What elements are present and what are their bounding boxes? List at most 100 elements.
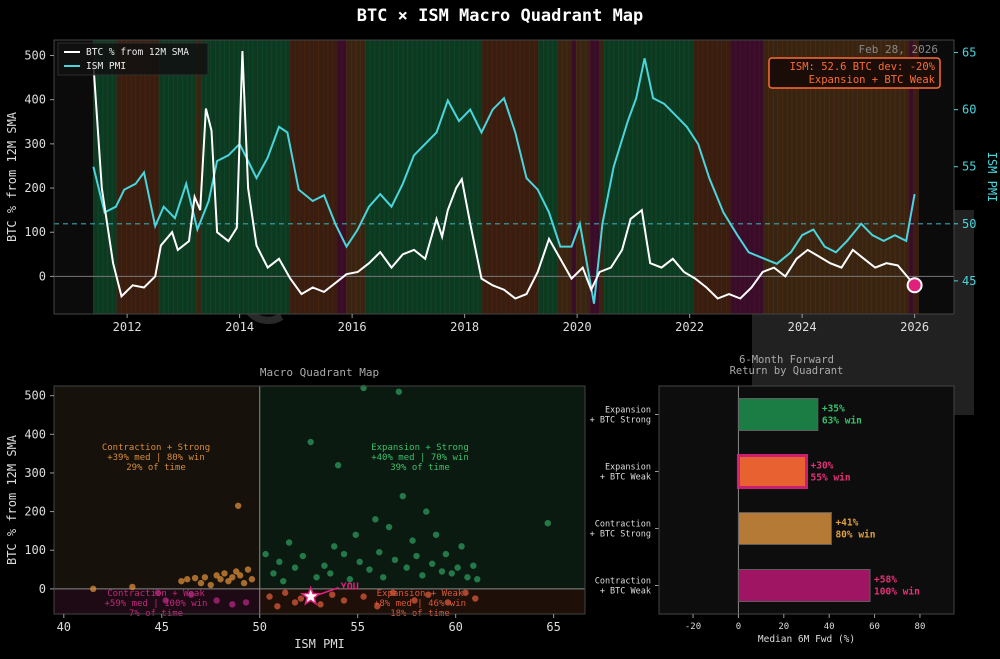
y-tick-label: 100 [24, 543, 46, 557]
scatter-point [454, 564, 461, 571]
bar [736, 454, 809, 489]
scatter-point [191, 574, 199, 582]
you-label: YOU [341, 582, 359, 593]
category-label: + BTC Strong [590, 530, 651, 540]
quadrant-label-expansion-weak: Expansion + Weak [377, 589, 464, 599]
scatter-point [395, 388, 403, 395]
x-tick-label: 2018 [450, 320, 479, 334]
scatter-point [376, 548, 383, 556]
scatter-point [428, 560, 436, 567]
scatter-point [266, 593, 273, 600]
scatter-point [474, 576, 481, 583]
legend-ism-label: ISM PMI [86, 61, 126, 72]
y-left-tick-label: 0 [39, 269, 46, 283]
scatter-point [321, 562, 328, 569]
x-tick-label: 2016 [338, 320, 367, 334]
x-tick-label: 55 [350, 620, 364, 634]
category-label: Contraction [595, 577, 651, 587]
scatter-point [274, 603, 281, 610]
category-label: + BTC Weak [600, 473, 651, 483]
x-tick-label: 60 [869, 622, 880, 632]
scatter-point [299, 552, 307, 560]
scatter-point [432, 531, 440, 538]
quadrant-label-contraction-weak: +59% med | 100% win [105, 599, 208, 609]
y-tick-label: 400 [24, 427, 46, 441]
scatter-point [280, 577, 287, 585]
timeseries-chart: 2012 2014 2016 2018 2020 2022 2024 2026 0 100 200 3… [5, 39, 999, 334]
scatter-point [307, 438, 314, 446]
scatter-point [276, 558, 283, 566]
scatter-title: Macro Quadrant Map [260, 366, 379, 379]
bar [737, 512, 832, 545]
quadrant-label-expansion-strong: Expansion + Strong [371, 443, 469, 453]
scatter-point [217, 576, 224, 583]
x-tick-label: 2014 [225, 320, 254, 334]
y-right-tick-label: 55 [962, 160, 976, 174]
date-label: Feb 28, 2026 [859, 43, 938, 56]
category-label: Expansion [605, 406, 651, 416]
scatter-point [330, 543, 338, 550]
quadrant-label-contraction-weak: Contraction + Weak [107, 589, 205, 599]
y-tick-label: 300 [24, 466, 46, 480]
bar-value-label: +30% [811, 461, 834, 472]
y-right-tick-label: 65 [962, 46, 976, 60]
x-axis-label: Median 6M Fwd (%) [758, 634, 855, 645]
scatter-point [229, 574, 236, 581]
x-tick-label: 60 [448, 620, 462, 634]
scatter-point [234, 502, 242, 509]
dashboard: BTC × ISM Macro Quadrant Map @DURDENBTC … [0, 0, 1000, 659]
scatter-point [313, 574, 320, 581]
quadrant-label-contraction-strong: Contraction + Strong [102, 443, 210, 453]
bar-value-label: +58% [874, 575, 897, 586]
scatter-point [399, 492, 406, 500]
x-tick-label: 0 [736, 622, 741, 632]
scatter-point [270, 570, 277, 577]
scatter-point [248, 576, 256, 583]
scatter-point [423, 508, 430, 515]
scatter-point [262, 550, 269, 558]
forward-return-bar-chart: +35%63% winExpansion+ BTC Strong+30%55% … [590, 354, 955, 645]
y-tick-label: 500 [24, 389, 46, 403]
x-tick-label: 2012 [113, 320, 142, 334]
x-tick-label: 40 [57, 620, 71, 634]
bar-value-label: +41% [835, 518, 858, 529]
y-left-tick-label: 300 [24, 137, 46, 151]
quadrant-label-expansion-weak: +8% med | 46% win [374, 599, 466, 609]
scatter-point [385, 523, 393, 531]
chart-canvas: @DURDENBTC 20122014201620182020202220242… [5, 39, 999, 651]
x-tick-label: -20 [685, 622, 701, 632]
bar-value-label: +35% [822, 404, 845, 415]
y-left-tick-label: 500 [24, 48, 46, 62]
scatter-point [409, 537, 416, 544]
bar-win-label: 55% win [811, 473, 851, 484]
scatter-point [213, 597, 220, 604]
scatter-point [291, 564, 299, 571]
legend: BTC % from 12M SMA ISM PMI [57, 42, 209, 76]
scatter-point [472, 595, 479, 602]
x-tick-label: 20 [778, 622, 789, 632]
scatter-point [229, 601, 236, 608]
info-box-line1: ISM: 52.6 BTC dev: -20% [790, 61, 936, 73]
x-tick-label: 2020 [563, 320, 592, 334]
y-axis-label: BTC % from 12M SMA [5, 434, 19, 565]
scatter-point [340, 550, 348, 558]
scatter-point [327, 570, 334, 577]
scatter-point [448, 570, 455, 577]
scatter-point [366, 566, 373, 573]
x-tick-label: 2026 [900, 320, 929, 334]
scatter-point [285, 539, 293, 546]
scatter-point [334, 462, 342, 469]
y-tick-label: 200 [24, 505, 46, 519]
quadrant-label-contraction-strong: 29% of time [126, 463, 186, 473]
current-point-marker [906, 277, 923, 294]
scatter-point [240, 579, 248, 587]
scatter-point [442, 550, 450, 558]
info-box-line2: Expansion + BTC Weak [809, 74, 936, 86]
x-tick-label: 40 [824, 622, 835, 632]
quadrant-scatter-chart: Contraction + Strong+39% med | 80% win29… [5, 366, 586, 651]
bar-win-label: 80% win [835, 530, 875, 541]
scatter-point [438, 568, 446, 575]
x-axis-label: ISM PMI [294, 637, 345, 651]
scatter-point [470, 562, 477, 569]
scatter-point [282, 589, 289, 596]
